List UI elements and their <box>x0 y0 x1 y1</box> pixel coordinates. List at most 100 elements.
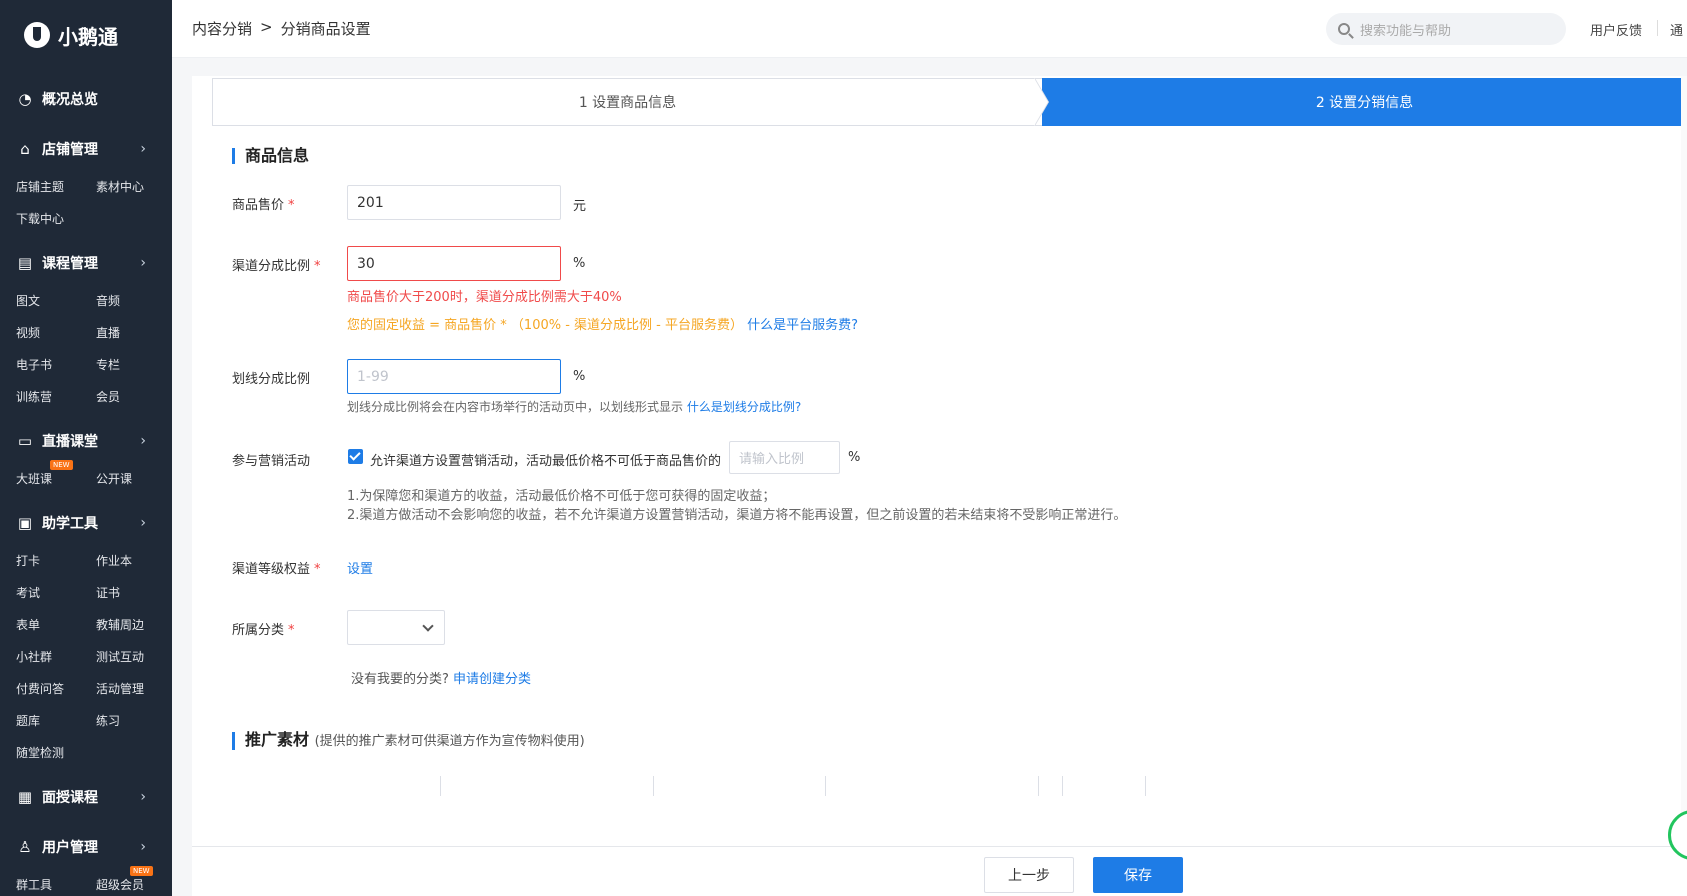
promo-link-input[interactable] <box>825 776 1039 796</box>
footer-bar: 上一步 保存 <box>192 846 1687 896</box>
logo[interactable]: 小鹅通 <box>0 0 172 70</box>
sidebar-group-label: 助学工具 <box>42 516 98 532</box>
category-select[interactable] <box>347 610 445 645</box>
sidebar-item[interactable]: 教辅周边 <box>96 608 176 640</box>
sidebar-item-label: 直播 <box>96 325 121 340</box>
sidebar-item[interactable]: 考试 <box>16 576 96 608</box>
sidebar-item[interactable]: 下载中心 <box>16 202 96 234</box>
search-icon <box>1338 23 1350 35</box>
sidebar-item[interactable]: 练习 <box>96 704 176 736</box>
step-2-label: 2 设置分销信息 <box>1315 95 1414 111</box>
sidebar-item[interactable]: 小社群 <box>16 640 96 672</box>
breadcrumb-current: 分销商品设置 <box>280 20 371 38</box>
sidebar-item-label: 作业本 <box>96 553 133 568</box>
platform-fee-link[interactable]: 什么是平台服务费? <box>747 318 858 333</box>
step-1[interactable]: 1 设置商品信息 <box>212 78 1042 126</box>
ratio-unit: % <box>573 256 586 271</box>
promo-row-partial <box>232 776 1682 796</box>
sidebar-group-header[interactable]: ♙ 用户管理 › <box>0 826 172 868</box>
chevron-right-icon: › <box>140 255 146 271</box>
sidebar-group-header[interactable]: ▣ 助学工具 › <box>0 502 172 544</box>
sidebar-item-label: 教辅周边 <box>96 617 145 632</box>
sidebar-item-label: 下载中心 <box>16 211 65 226</box>
sidebar-group-header[interactable]: ◔ 概况总览 <box>0 78 172 120</box>
section-promo-title-text: 推广素材 <box>245 730 310 749</box>
sidebar-item[interactable]: 会员 <box>96 380 176 412</box>
steps-bar: 1 设置商品信息 2 设置分销信息 <box>212 78 1687 126</box>
marketing-ratio-input[interactable]: 请输入比例 <box>729 441 840 474</box>
required-mark: * <box>314 562 321 577</box>
sidebar-item[interactable]: 题库 <box>16 704 96 736</box>
sidebar-item[interactable]: 付费问答 <box>16 672 96 704</box>
create-category-link[interactable]: 申请创建分类 <box>453 672 531 687</box>
marketing-note-2: 2.渠道方做活动不会影响您的收益，若不允许渠道方设置营销活动，渠道方将不能再设置… <box>347 508 1127 523</box>
feedback-link[interactable]: 用户反馈 <box>1590 20 1642 39</box>
sidebar-item-label: 题库 <box>16 713 41 728</box>
pie-chart-icon: ◔ <box>18 90 32 108</box>
promo-add-button[interactable] <box>1062 776 1146 796</box>
sidebar-item-label: 公开课 <box>96 471 133 486</box>
required-mark: * <box>314 259 321 274</box>
required-mark: * <box>288 623 295 638</box>
sidebar-group-header[interactable]: ⌂ 店铺管理 › <box>0 128 172 170</box>
sidebar-item[interactable]: 打卡 <box>16 544 96 576</box>
strike-help: 划线分成比例将会在内容市场举行的活动页中，以划线形式显示 什么是划线分成比例? <box>347 398 801 415</box>
sidebar-item[interactable]: 超级会员 NEW <box>96 866 176 896</box>
sidebar-subitems: 打卡 作业本 考试 证书 表单 教辅周边 小社群 测试互动 付费问答 活动管理 题库 练习 随堂检测 <box>0 544 172 768</box>
classroom-icon: ▦ <box>17 788 33 806</box>
prev-step-button[interactable]: 上一步 <box>984 857 1074 893</box>
section-goods-title: 商品信息 <box>232 148 309 164</box>
sidebar-item[interactable]: 电子书 <box>16 348 96 380</box>
store-icon: ⌂ <box>20 140 30 158</box>
sidebar-item[interactable]: 作业本 <box>96 544 176 576</box>
sidebar-item[interactable]: 音频 <box>96 284 176 316</box>
sidebar-item[interactable]: 群工具 <box>16 868 96 896</box>
search-input[interactable]: 搜索功能与帮助 <box>1326 13 1566 45</box>
sidebar-item-label: 专栏 <box>96 357 121 372</box>
category-hint: 没有我要的分类? 申请创建分类 <box>351 668 531 687</box>
ratio-error-message: 商品售价大于200时，渠道分成比例需大于40% <box>347 290 622 305</box>
sidebar-group: ▭ 直播课堂 › 大班课 NEW 公开课 <box>0 420 172 494</box>
sidebar-group-header[interactable]: ▭ 直播课堂 › <box>0 420 172 462</box>
sidebar-item-label: 表单 <box>16 617 41 632</box>
breadcrumb: 内容分销 > 分销商品设置 <box>192 18 371 39</box>
sidebar-group-header[interactable]: ▦ 面授课程 › <box>0 776 172 818</box>
sidebar-group: ▣ 助学工具 › 打卡 作业本 考试 证书 表单 教辅周边 小社群 测试互动 付费问答 活动管理 题库 练习… <box>0 502 172 768</box>
price-input[interactable]: 201 <box>347 185 561 220</box>
sidebar-group-header[interactable]: ▤ 课程管理 › <box>0 242 172 284</box>
sidebar-item[interactable]: 视频 <box>16 316 96 348</box>
sidebar-item[interactable]: 直播 <box>96 316 176 348</box>
sidebar-item[interactable]: 专栏 <box>96 348 176 380</box>
sidebar-item[interactable]: 表单 <box>16 608 96 640</box>
marketing-checkbox[interactable] <box>348 449 363 464</box>
sidebar-item[interactable]: 随堂检测 <box>16 736 96 768</box>
sidebar-group-label: 面授课程 <box>42 790 98 806</box>
sidebar-item[interactable]: 图文 <box>16 284 96 316</box>
page-scrollbar[interactable] <box>1681 76 1687 846</box>
breadcrumb-parent[interactable]: 内容分销 <box>192 18 252 39</box>
sidebar-item[interactable]: 店铺主题 <box>16 170 96 202</box>
step-2: 2 设置分销信息 <box>1042 78 1687 126</box>
save-button[interactable]: 保存 <box>1093 857 1183 893</box>
sidebar-item[interactable]: 活动管理 <box>96 672 176 704</box>
sidebar-item[interactable]: 公开课 <box>96 462 176 494</box>
sidebar-group-label: 概况总览 <box>42 92 98 108</box>
ratio-tip: 您的固定收益 = 商品售价 * （100% - 渠道分成比例 - 平台服务费） … <box>347 314 858 333</box>
sidebar-item-label: 群工具 <box>16 877 53 892</box>
sidebar-group: ◔ 概况总览 <box>0 78 172 120</box>
sidebar-item[interactable]: 大班课 NEW <box>16 460 96 494</box>
sidebar-item[interactable]: 素材中心 <box>96 170 176 202</box>
step-1-label: 1 设置商品信息 <box>578 95 677 111</box>
strike-ratio-input[interactable]: 1-99 <box>347 359 561 394</box>
price-label: 商品售价 * <box>232 194 295 213</box>
ratio-label: 渠道分成比例 * <box>232 255 321 274</box>
sidebar-item[interactable]: 测试互动 <box>96 640 176 672</box>
level-settings-link[interactable]: 设置 <box>347 558 373 577</box>
topbar-more-link[interactable]: 通 <box>1670 20 1683 39</box>
strike-ratio-link[interactable]: 什么是划线分成比例? <box>687 400 801 414</box>
channel-ratio-input[interactable]: 30 <box>347 246 561 281</box>
marketing-unit: % <box>848 450 861 465</box>
sidebar-item[interactable]: 训练营 <box>16 380 96 412</box>
sidebar-item[interactable]: 证书 <box>96 576 176 608</box>
promo-name-input[interactable] <box>440 776 654 796</box>
